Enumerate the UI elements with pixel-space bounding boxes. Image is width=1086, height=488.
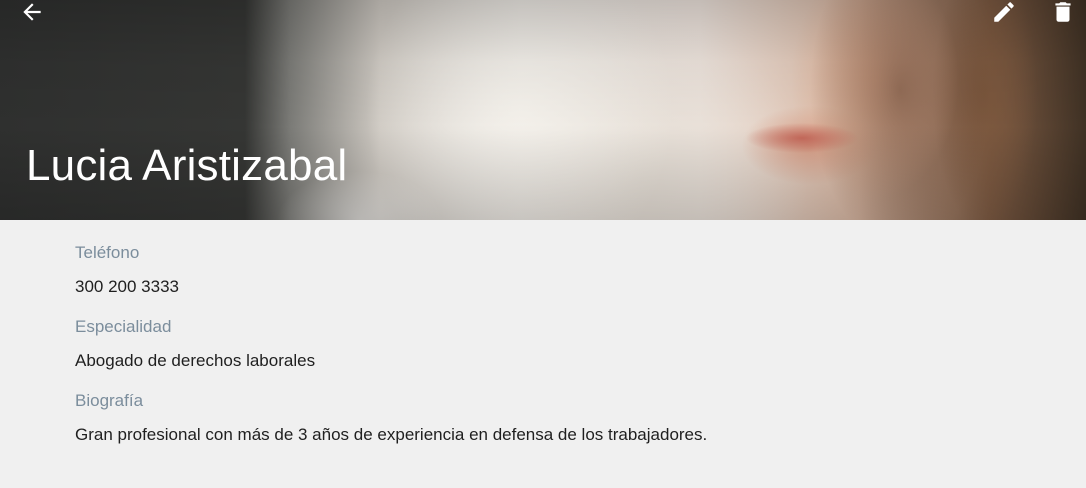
biography-label: Biografía [75, 391, 144, 410]
phone-value: 300 200 3333 [75, 277, 179, 296]
arrow-left-icon [19, 0, 45, 30]
back-button[interactable] [17, 0, 47, 28]
edit-button[interactable] [989, 0, 1019, 28]
biography-field: Biografía Gran profesional con más de 3 … [75, 390, 1035, 446]
phone-label: Teléfono [75, 243, 140, 262]
specialty-field: Especialidad Abogado de derechos laboral… [75, 316, 1035, 372]
pencil-icon [991, 0, 1017, 30]
biography-value: Gran profesional con más de 3 años de ex… [75, 425, 708, 444]
specialty-value: Abogado de derechos laborales [75, 351, 316, 370]
profile-details: Teléfono 300 200 3333 Especialidad Aboga… [75, 242, 1035, 464]
profile-header: Lucia Aristizabal [0, 0, 1086, 220]
delete-button[interactable] [1048, 0, 1078, 28]
profile-name: Lucia Aristizabal [26, 141, 348, 190]
specialty-label: Especialidad [75, 317, 172, 336]
phone-field: Teléfono 300 200 3333 [75, 242, 1035, 298]
trash-icon [1050, 0, 1076, 30]
